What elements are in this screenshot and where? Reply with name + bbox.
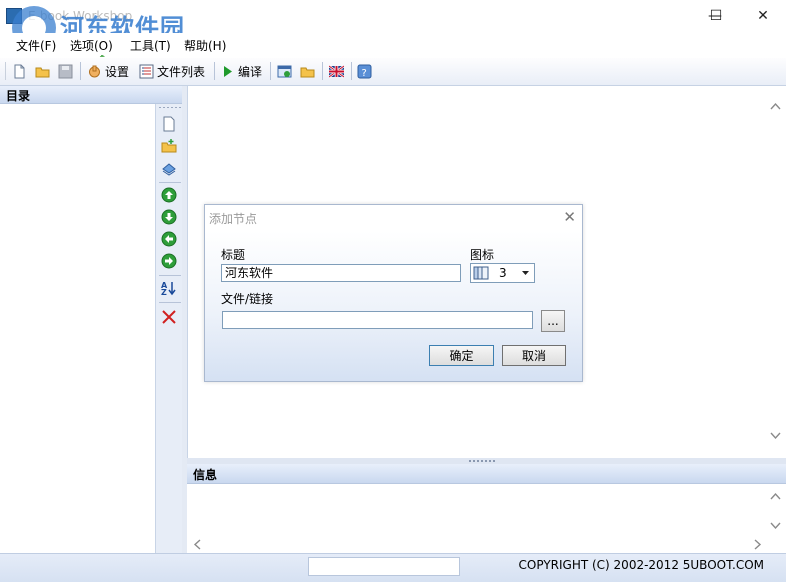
file-link-input[interactable] — [222, 311, 533, 329]
toolbar-separator — [270, 62, 271, 80]
cancel-button[interactable]: 取消 — [502, 345, 566, 366]
uk-flag-icon — [329, 64, 344, 79]
open-folder-icon — [35, 67, 50, 78]
file-link-label: 文件/链接 — [221, 292, 274, 306]
side-toolbar-separator — [159, 302, 181, 303]
toolbar-separator — [214, 62, 215, 80]
add-folder-icon[interactable] — [161, 138, 177, 154]
info-title: 信息 — [193, 468, 218, 482]
svg-text:Z: Z — [161, 288, 167, 296]
toolbar-grip — [5, 62, 6, 80]
book-icon — [473, 266, 489, 280]
toolbar-separator — [351, 62, 352, 80]
dialog-body: 标题 河东软件 图标 3 文件/链接 ... 确定 取消 — [205, 231, 582, 381]
icon-select-value: 3 — [499, 266, 507, 280]
window-title: E-book Workshop — [28, 9, 133, 23]
preview-button[interactable] — [277, 62, 292, 81]
info-scroll-left-icon[interactable] — [193, 539, 201, 550]
dialog-title-bar: 添加节点 ✕ — [205, 205, 582, 230]
side-toolbar-separator — [159, 182, 181, 183]
ok-button[interactable]: 确定 — [429, 345, 494, 366]
toc-header: 目录 — [0, 86, 186, 104]
help-button[interactable]: ? — [357, 62, 372, 81]
play-icon — [224, 66, 232, 77]
sort-icon[interactable]: AZ — [161, 280, 177, 296]
open-button[interactable] — [35, 62, 50, 81]
menu-file[interactable]: 文件(F) — [16, 37, 56, 54]
status-field — [308, 557, 460, 576]
svg-text:?: ? — [362, 68, 367, 79]
dialog-title: 添加节点 — [209, 212, 258, 226]
file-list-button[interactable]: 文件列表 — [139, 62, 205, 81]
add-book-icon[interactable] — [161, 160, 177, 176]
toc-side-toolbar: AZ — [155, 104, 183, 553]
settings-hand-icon — [89, 65, 100, 78]
add-node-dialog: 添加节点 ✕ 标题 河东软件 图标 3 文件/链接 ... 确定 取消 — [204, 204, 583, 382]
compile-label: 编译 — [238, 65, 263, 79]
help-icon: ? — [357, 64, 372, 79]
info-scroll-right-icon[interactable] — [754, 539, 762, 550]
side-toolbar-separator — [159, 275, 181, 276]
settings-button[interactable]: 设置 — [87, 62, 129, 81]
scroll-up-icon[interactable] — [770, 102, 781, 110]
move-down-icon[interactable] — [161, 209, 177, 225]
menu-help[interactable]: 帮助(H) — [184, 37, 226, 54]
file-list-icon — [139, 64, 154, 79]
side-toolbar-grip — [159, 107, 181, 108]
move-up-icon[interactable] — [161, 187, 177, 203]
preview-window-icon — [277, 65, 292, 78]
chevron-down-icon — [522, 271, 529, 275]
icon-select[interactable]: 3 — [470, 263, 535, 283]
move-left-icon[interactable] — [161, 231, 177, 247]
toc-title: 目录 — [6, 89, 31, 103]
menu-bar: 文件(F) 选项(O) 工具(T) 帮助(H) — [0, 33, 786, 55]
dialog-close-icon[interactable]: ✕ — [563, 208, 576, 226]
settings-label: 设置 — [105, 65, 130, 79]
info-header: 信息 — [187, 464, 786, 484]
menu-options[interactable]: 选项(O) — [70, 37, 113, 54]
app-icon — [6, 8, 22, 24]
scroll-down-icon[interactable] — [770, 432, 781, 440]
icon-label: 图标 — [470, 248, 495, 262]
new-file-icon — [14, 64, 25, 79]
menu-tools[interactable]: 工具(T) — [130, 37, 171, 54]
toolbar-separator — [322, 62, 323, 80]
save-icon — [58, 64, 73, 79]
toolbar: 设置 文件列表 编译 ? — [0, 58, 786, 86]
title-input[interactable]: 河东软件 — [221, 264, 461, 282]
title-label: 标题 — [221, 248, 246, 262]
browse-button[interactable]: ... — [541, 310, 565, 332]
save-button[interactable] — [58, 62, 73, 81]
editor-scrollbar[interactable] — [767, 90, 784, 455]
info-scroll-down-icon[interactable] — [770, 522, 781, 530]
new-button[interactable] — [12, 62, 27, 81]
toc-tree[interactable] — [0, 104, 155, 553]
toolbar-separator — [80, 62, 81, 80]
close-button[interactable]: ✕ — [740, 0, 786, 32]
splitter-grip — [469, 460, 497, 462]
add-page-icon[interactable] — [161, 116, 177, 132]
folder-icon — [300, 67, 315, 78]
delete-icon[interactable] — [161, 309, 177, 325]
compile-button[interactable]: 编译 — [220, 62, 262, 81]
info-output[interactable] — [187, 484, 786, 553]
maximize-button[interactable]: ☐ — [693, 0, 739, 32]
language-button[interactable] — [329, 62, 344, 81]
file-list-label: 文件列表 — [157, 65, 206, 79]
open-output-folder-button[interactable] — [300, 62, 315, 81]
info-scroll-up-icon[interactable] — [770, 492, 781, 500]
copyright-text: COPYRIGHT (C) 2002-2012 5UBOOT.COM — [518, 558, 764, 572]
move-right-icon[interactable] — [161, 253, 177, 269]
